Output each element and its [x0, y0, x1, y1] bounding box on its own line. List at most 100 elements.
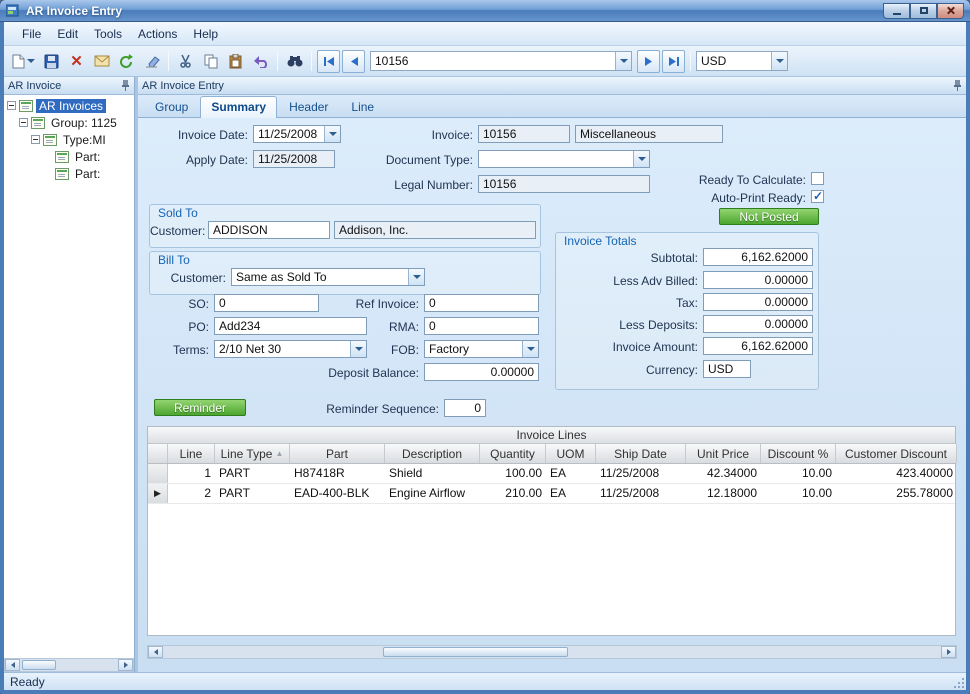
cell-unit-price[interactable]: 42.34000	[686, 464, 761, 483]
undo-button[interactable]	[249, 50, 272, 73]
scroll-right-button[interactable]	[941, 646, 956, 658]
menu-edit[interactable]: Edit	[49, 23, 86, 45]
invoice-description-field[interactable]: Miscellaneous	[575, 125, 723, 143]
grid-row-2[interactable]: ▶ 2 PART EAD-400-BLK Engine Airflow 210.…	[148, 484, 955, 504]
not-posted-button[interactable]: Not Posted	[719, 208, 819, 225]
cell-line[interactable]: 1	[168, 464, 215, 483]
save-button[interactable]	[40, 50, 63, 73]
tree-item-ar-invoices[interactable]: AR Invoices	[4, 97, 134, 114]
new-button[interactable]	[8, 50, 38, 73]
current-row-indicator[interactable]: ▶	[148, 484, 168, 503]
sold-to-customer-name-field[interactable]: Addison, Inc.	[334, 221, 536, 239]
cell-description[interactable]: Shield	[385, 464, 480, 483]
scrollbar-thumb[interactable]	[22, 660, 56, 670]
cell-line-type[interactable]: PART	[215, 484, 290, 503]
cell-discount[interactable]: 10.00	[761, 484, 836, 503]
cell-customer-discount[interactable]: 255.78000	[836, 484, 957, 503]
currency-field[interactable]: USD	[703, 360, 751, 378]
tab-line[interactable]: Line	[340, 96, 385, 117]
less-deposits-field[interactable]: 0.00000	[703, 315, 813, 333]
tree-item-label[interactable]: AR Invoices	[36, 98, 107, 113]
rma-field[interactable]: 0	[424, 317, 539, 335]
apply-date-field[interactable]: 11/25/2008	[253, 150, 335, 168]
header-ship-date[interactable]: Ship Date	[596, 444, 686, 463]
refresh-button[interactable]	[115, 50, 138, 73]
document-type-dropdown-button[interactable]	[633, 151, 649, 167]
bill-to-customer-combobox[interactable]: Same as Sold To	[231, 268, 425, 286]
menu-actions[interactable]: Actions	[130, 23, 185, 45]
tree-item-group[interactable]: Group: 1125	[4, 114, 134, 131]
tree-item-label[interactable]: Type:MI	[60, 133, 109, 147]
record-dropdown-button[interactable]	[615, 52, 631, 70]
form-horizontal-scrollbar[interactable]	[147, 645, 957, 659]
header-description[interactable]: Description	[385, 444, 480, 463]
cell-part[interactable]: H87418R	[290, 464, 385, 483]
header-quantity[interactable]: Quantity	[480, 444, 546, 463]
cell-uom[interactable]: EA	[546, 464, 596, 483]
tab-header[interactable]: Header	[278, 96, 339, 117]
invoice-number-field[interactable]: 10156	[478, 125, 570, 143]
header-line[interactable]: Line	[168, 444, 215, 463]
collapse-icon[interactable]	[31, 135, 40, 144]
copy-button[interactable]	[199, 50, 222, 73]
ref-invoice-field[interactable]: 0	[424, 294, 539, 312]
document-type-combobox[interactable]	[478, 150, 650, 168]
record-combobox[interactable]: 10156	[370, 51, 632, 71]
cell-part[interactable]: EAD-400-BLK	[290, 484, 385, 503]
cell-ship-date[interactable]: 11/25/2008	[596, 464, 686, 483]
cell-description[interactable]: Engine Airflow	[385, 484, 480, 503]
cell-quantity[interactable]: 100.00	[480, 464, 546, 483]
cell-customer-discount[interactable]: 423.40000	[836, 464, 957, 483]
header-line-type[interactable]: Line Type ▲	[215, 444, 290, 463]
row-selector[interactable]	[148, 464, 168, 483]
menu-file[interactable]: File	[14, 23, 49, 45]
ready-to-calculate-checkbox[interactable]	[811, 172, 824, 185]
fob-combobox[interactable]: Factory	[424, 340, 539, 358]
cell-quantity[interactable]: 210.00	[480, 484, 546, 503]
cell-line-type[interactable]: PART	[215, 464, 290, 483]
subtotal-field[interactable]: 6,162.62000	[703, 248, 813, 266]
find-button[interactable]	[283, 50, 306, 73]
cell-uom[interactable]: EA	[546, 484, 596, 503]
pin-icon[interactable]	[121, 80, 130, 91]
deposit-balance-field[interactable]: 0.00000	[424, 363, 539, 381]
next-record-button[interactable]	[637, 49, 660, 73]
tree-item-label[interactable]: Part:	[72, 167, 103, 181]
grid-row-1[interactable]: 1 PART H87418R Shield 100.00 EA 11/25/20…	[148, 464, 955, 484]
collapse-icon[interactable]	[19, 118, 28, 127]
pin-icon[interactable]	[953, 80, 962, 91]
delete-button[interactable]: ✕	[65, 50, 88, 73]
header-customer-discount[interactable]: Customer Discount	[836, 444, 957, 463]
tree-item-type[interactable]: Type:MI	[4, 131, 134, 148]
tree-item-label[interactable]: Part:	[72, 150, 103, 164]
paste-button[interactable]	[224, 50, 247, 73]
scrollbar-thumb[interactable]	[383, 647, 568, 657]
scroll-right-button[interactable]	[118, 659, 133, 671]
reminder-button[interactable]: Reminder	[154, 399, 246, 416]
auto-print-ready-checkbox[interactable]	[811, 189, 824, 203]
collapse-icon[interactable]	[7, 101, 16, 110]
menu-tools[interactable]: Tools	[86, 23, 130, 45]
resize-grip-icon[interactable]	[962, 686, 964, 688]
clear-button[interactable]	[140, 50, 163, 73]
tab-summary[interactable]: Summary	[200, 96, 278, 118]
previous-record-button[interactable]	[342, 49, 365, 73]
last-record-button[interactable]	[662, 49, 685, 73]
invoice-date-combobox[interactable]: 11/25/2008	[253, 125, 341, 143]
tree-item-part-1[interactable]: Part:	[4, 148, 134, 165]
invoice-date-dropdown-button[interactable]	[324, 126, 340, 142]
header-part[interactable]: Part	[290, 444, 385, 463]
close-button[interactable]	[937, 2, 964, 19]
maximize-button[interactable]	[910, 2, 937, 19]
currency-combobox[interactable]: USD	[696, 51, 788, 71]
sold-to-customer-id-field[interactable]: ADDISON	[208, 221, 330, 239]
header-uom[interactable]: UOM	[546, 444, 596, 463]
mail-button[interactable]	[90, 50, 113, 73]
cell-unit-price[interactable]: 12.18000	[686, 484, 761, 503]
cell-line[interactable]: 2	[168, 484, 215, 503]
tax-field[interactable]: 0.00000	[703, 293, 813, 311]
header-unit-price[interactable]: Unit Price	[686, 444, 761, 463]
currency-dropdown-button[interactable]	[771, 52, 787, 70]
scroll-left-button[interactable]	[148, 646, 163, 658]
cut-button[interactable]	[174, 50, 197, 73]
